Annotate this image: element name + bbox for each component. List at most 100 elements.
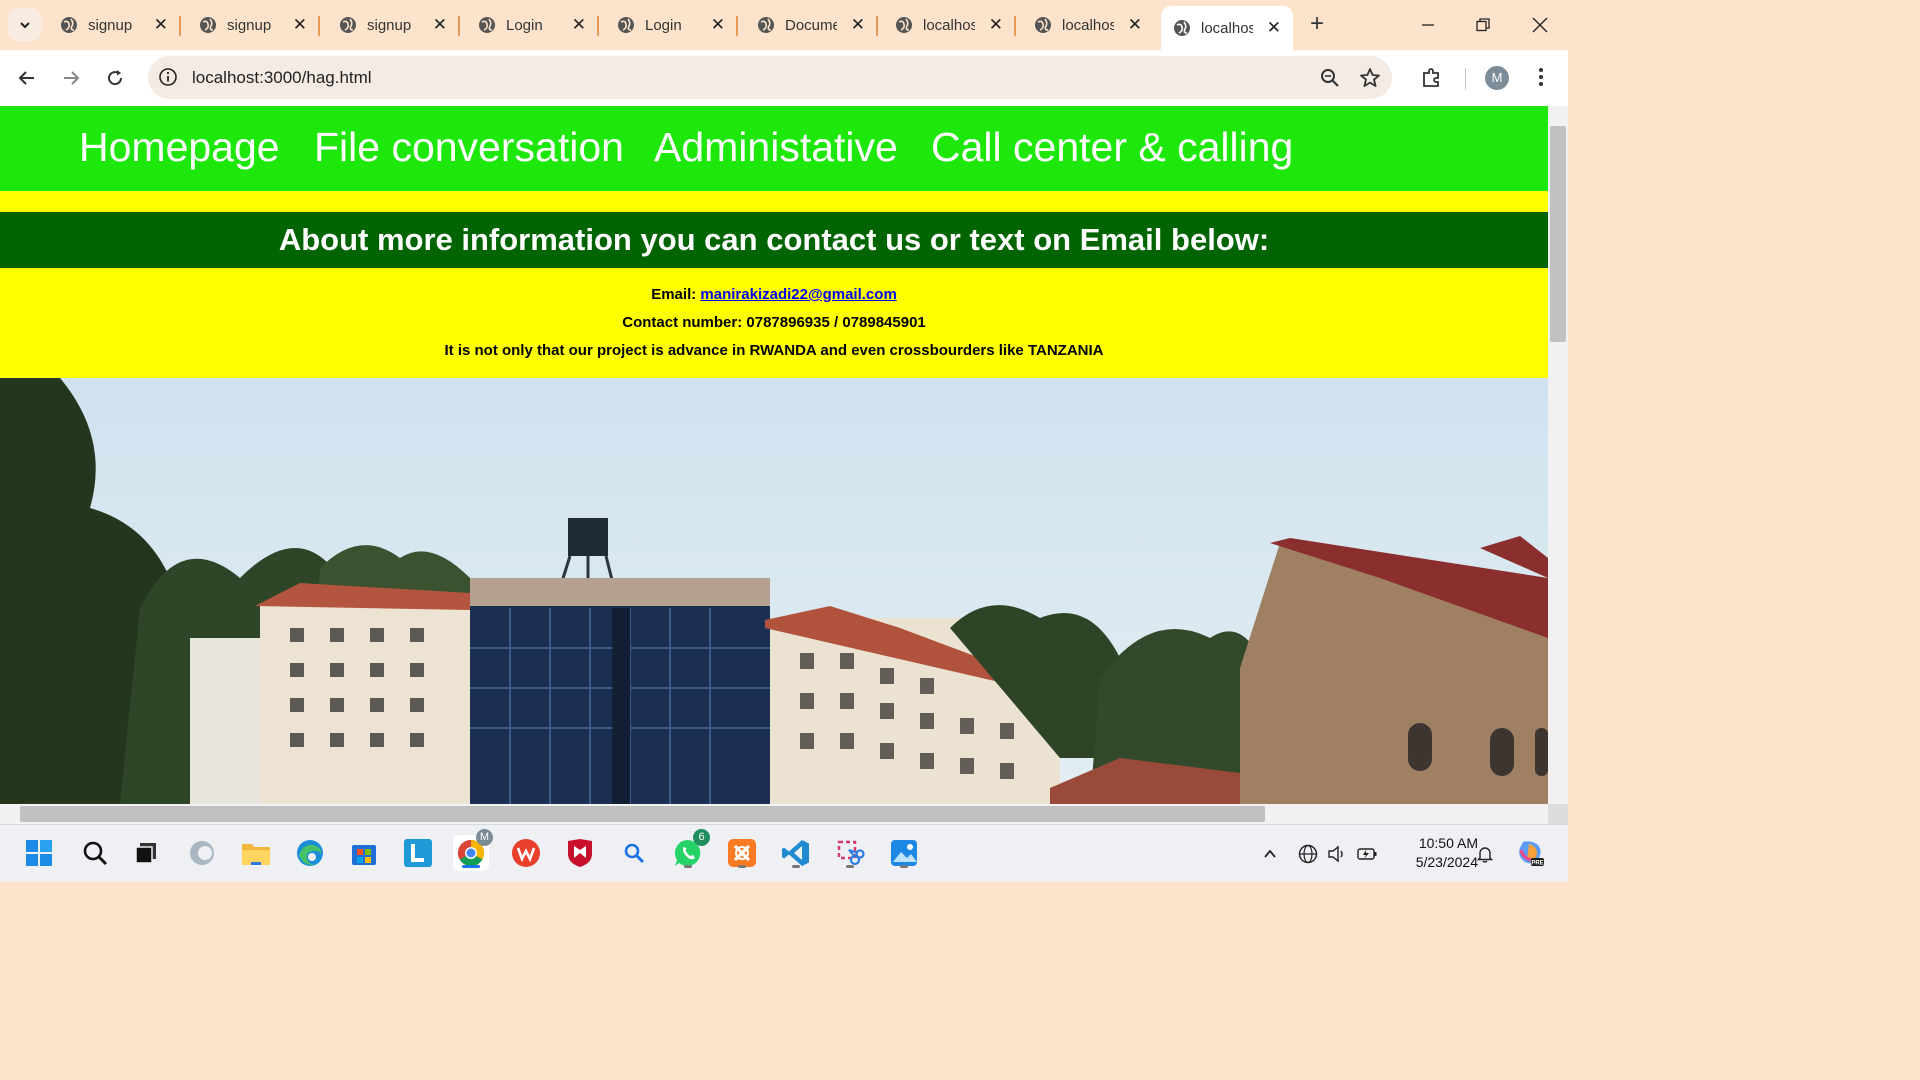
browser-tab-active[interactable]: localhos ✕: [1161, 6, 1293, 50]
puzzle-icon: [1423, 68, 1439, 87]
mcafee-app[interactable]: [562, 835, 598, 871]
show-hidden-icons[interactable]: [1259, 843, 1281, 865]
copilot-icon: [190, 841, 214, 865]
back-button[interactable]: [11, 62, 43, 94]
task-view-button[interactable]: [128, 835, 164, 871]
restore-button[interactable]: [1463, 8, 1503, 42]
clock-time: 10:50 AM: [1418, 835, 1478, 851]
menu-button[interactable]: [1528, 64, 1554, 90]
running-indicator: [792, 865, 800, 868]
battery-tray[interactable]: [1356, 843, 1378, 865]
globe-icon: [758, 17, 774, 33]
task-view-icon: [135, 843, 156, 864]
windows-start-button[interactable]: [21, 835, 57, 871]
clock-date: 5/23/2024: [1415, 854, 1478, 870]
site-nav: Homepage File conversation Administative…: [0, 106, 1548, 191]
battery-charging-icon: [1357, 848, 1377, 860]
photos-app[interactable]: [886, 835, 922, 871]
reload-button[interactable]: [99, 62, 131, 94]
running-indicator: [846, 865, 854, 868]
globe-icon: [618, 17, 634, 33]
l-app[interactable]: [400, 835, 436, 871]
tab-title: signup: [367, 16, 412, 34]
forward-button[interactable]: [55, 62, 87, 94]
edge-app[interactable]: [292, 835, 328, 871]
network-tray[interactable]: [1297, 843, 1319, 865]
bell-icon: [1476, 847, 1494, 863]
nav-link-call-center[interactable]: Call center & calling: [931, 124, 1293, 171]
vscode-app[interactable]: [778, 835, 814, 871]
close-icon[interactable]: ✕: [433, 15, 447, 35]
nav-link-file-conversation[interactable]: File conversation: [314, 124, 624, 171]
tab-separator: [458, 16, 460, 36]
close-icon[interactable]: ✕: [1128, 15, 1142, 35]
notifications-button[interactable]: [1474, 843, 1496, 865]
file-explorer-app[interactable]: [238, 835, 274, 871]
globe-icon: [61, 17, 77, 33]
email-link[interactable]: manirakizadi22@gmail.com: [700, 286, 896, 303]
close-icon[interactable]: ✕: [851, 15, 865, 35]
browser-tab[interactable]: Login ✕: [605, 6, 738, 44]
tab-title: signup: [227, 16, 272, 34]
browser-tab[interactable]: localhos ✕: [1022, 6, 1154, 44]
browser-tab[interactable]: localhos ✕: [883, 6, 1016, 44]
tab-separator: [876, 16, 878, 36]
snipping-tool-app[interactable]: [832, 835, 868, 871]
snipping-tool-icon: [837, 840, 865, 866]
close-icon[interactable]: ✕: [1267, 18, 1281, 38]
close-icon[interactable]: ✕: [572, 15, 586, 35]
wps-office-app[interactable]: [508, 835, 544, 871]
whatsapp-app[interactable]: 6: [670, 829, 710, 871]
browser-tab[interactable]: Docume ✕: [745, 6, 878, 44]
zoom-icon[interactable]: [1318, 66, 1342, 90]
system-clock[interactable]: 10:50 AM 5/23/2024: [1388, 834, 1478, 872]
microsoft-store-app[interactable]: [346, 835, 382, 871]
arrow-left-icon: [18, 71, 34, 85]
copilot-preview-button[interactable]: PRE: [1515, 838, 1545, 868]
chrome-app[interactable]: M: [453, 829, 493, 871]
browser-toolbar: localhost:3000/hag.html M: [0, 50, 1568, 106]
speaker-icon: [1328, 845, 1343, 863]
horizontal-scrollbar-thumb[interactable]: [20, 806, 1265, 822]
page-viewport: Homepage File conversation Administative…: [0, 106, 1568, 824]
svg-text:PRE: PRE: [1531, 861, 1543, 867]
volume-tray[interactable]: [1326, 843, 1348, 865]
copilot-app[interactable]: [184, 835, 220, 871]
browser-tab[interactable]: signup ✕: [187, 6, 320, 44]
address-bar[interactable]: localhost:3000/hag.html: [148, 56, 1392, 99]
running-indicator: [684, 865, 692, 868]
browser-tab[interactable]: Login ✕: [466, 6, 599, 44]
tab-separator: [1014, 16, 1016, 36]
new-tab-button[interactable]: +: [1302, 10, 1332, 40]
star-icon[interactable]: [1358, 66, 1382, 90]
browser-tab[interactable]: signup ✕: [327, 6, 460, 44]
chrome-profile-badge: M: [476, 829, 493, 846]
close-window-button[interactable]: [1520, 8, 1560, 42]
notification-badge: 6: [693, 829, 710, 846]
folder-icon: [242, 844, 270, 865]
nav-spacer: [0, 191, 1548, 212]
xampp-icon: [728, 839, 756, 867]
extensions-button[interactable]: [1419, 64, 1445, 90]
vertical-scrollbar-thumb[interactable]: [1550, 126, 1566, 342]
info-icon[interactable]: [158, 67, 178, 87]
tab-strip: signup ✕ signup ✕ signup ✕ Login ✕ Login…: [0, 0, 1568, 50]
nav-link-administative[interactable]: Administative: [654, 124, 898, 171]
l-app-icon: [404, 839, 432, 867]
search-app[interactable]: [616, 835, 652, 871]
xampp-app[interactable]: [724, 835, 760, 871]
globe-icon: [896, 17, 912, 33]
url-text[interactable]: localhost:3000/hag.html: [192, 68, 372, 88]
minimize-button[interactable]: [1408, 8, 1448, 42]
close-icon[interactable]: ✕: [989, 15, 1003, 35]
taskbar-search-button[interactable]: [77, 835, 113, 871]
close-icon[interactable]: ✕: [293, 15, 307, 35]
vscode-icon: [782, 840, 809, 866]
tab-search-button[interactable]: [8, 8, 41, 41]
profile-avatar[interactable]: M: [1485, 66, 1509, 90]
browser-tab[interactable]: signup ✕: [48, 6, 181, 44]
close-icon[interactable]: ✕: [154, 15, 168, 35]
nav-link-homepage[interactable]: Homepage: [79, 124, 280, 171]
close-icon[interactable]: ✕: [711, 15, 725, 35]
tab-separator: [597, 16, 599, 36]
